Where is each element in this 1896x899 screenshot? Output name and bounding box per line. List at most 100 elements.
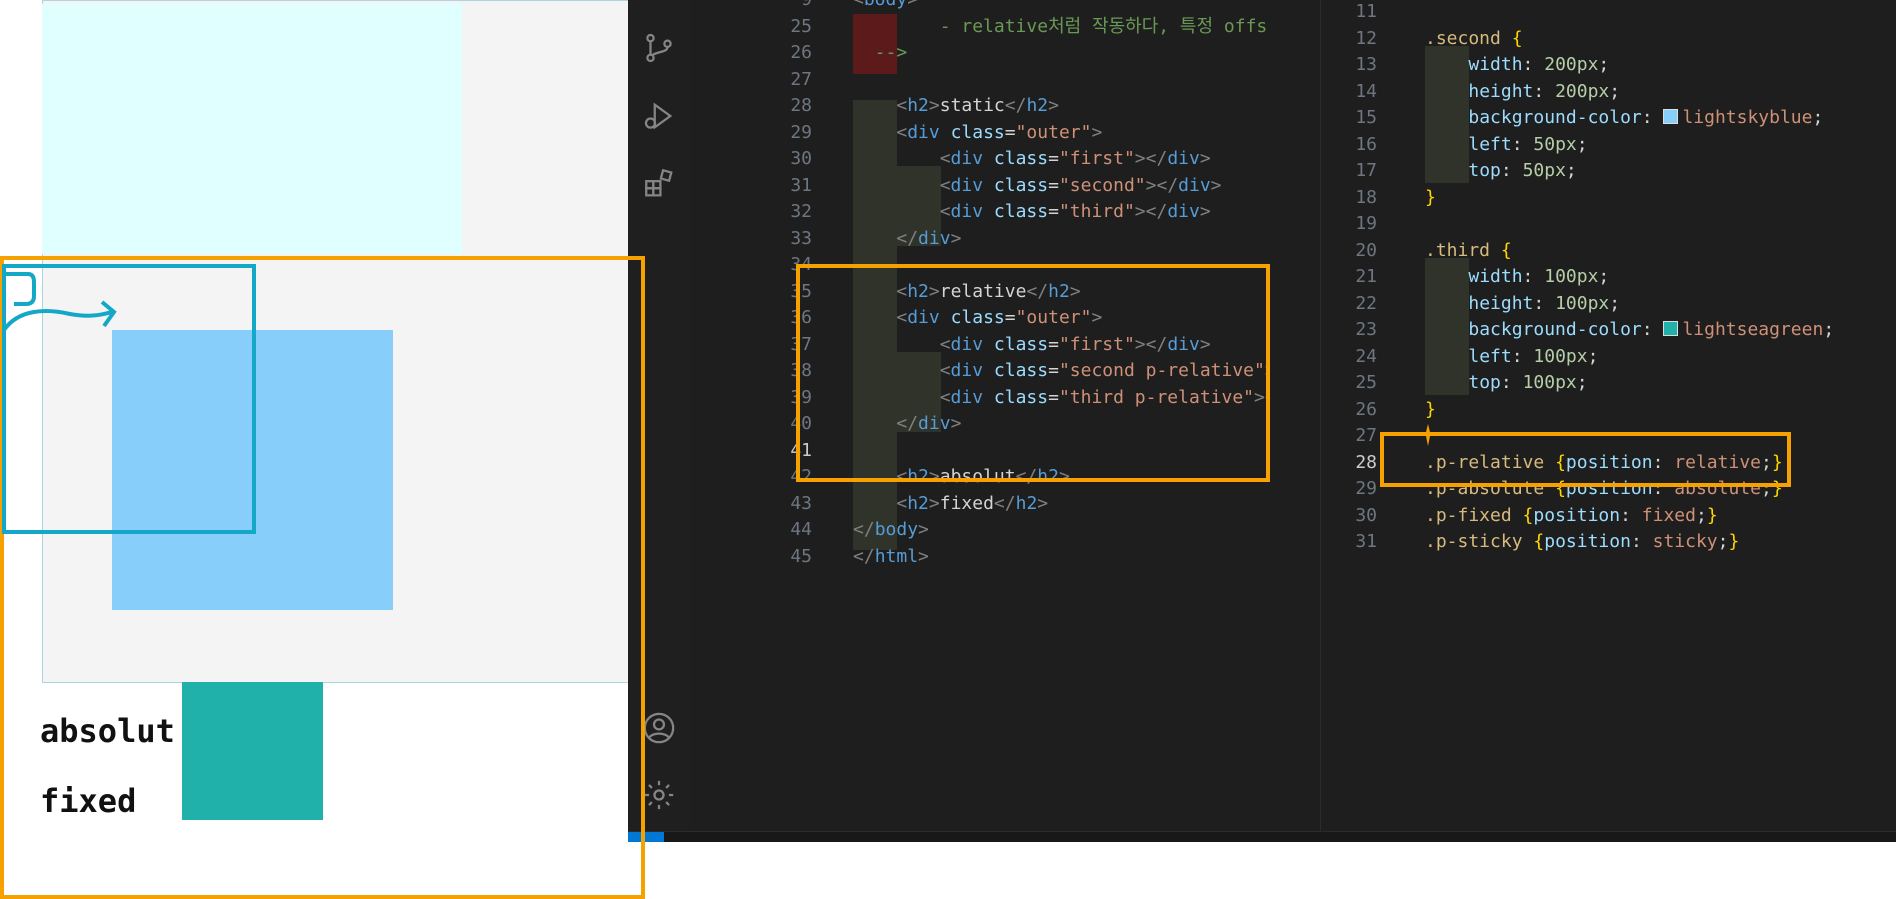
- code-token: position: [1544, 531, 1631, 552]
- code-token: :: [1620, 504, 1642, 526]
- code-token: }: [1728, 531, 1740, 552]
- line-number: 25: [790, 15, 812, 37]
- highlight-box-html-relative: [796, 264, 1270, 482]
- code-token: }: [1425, 398, 1436, 420]
- line-number: 21: [1355, 266, 1377, 287]
- code-token: .p-sticky: [1425, 531, 1523, 552]
- settings-gear-icon[interactable]: [641, 777, 677, 813]
- code-line[interactable]: <div class="first"></div>: [853, 146, 1211, 173]
- code-token: 100px: [1555, 292, 1610, 314]
- code-line[interactable]: <div class="third"></div>: [853, 199, 1211, 226]
- code-line[interactable]: height: 100px;: [1425, 291, 1620, 318]
- code-token: fixed: [1641, 504, 1696, 526]
- code-token: div: [950, 174, 984, 196]
- code-token: <: [939, 148, 951, 169]
- code-line[interactable]: background-color: lightskyblue;: [1425, 105, 1823, 132]
- code-line[interactable]: <h2>fixed</h2>: [853, 491, 1048, 518]
- color-swatch-icon[interactable]: [1663, 109, 1679, 124]
- code-token: {: [1500, 239, 1512, 261]
- code-line[interactable]: <h2>static</h2>: [853, 93, 1059, 120]
- code-line[interactable]: </body>: [853, 517, 929, 544]
- line-number: 9: [756, 0, 812, 14]
- code-token: 50px: [1522, 160, 1566, 181]
- account-icon[interactable]: [641, 710, 677, 746]
- code-line[interactable]: top: 100px;: [1425, 370, 1587, 397]
- code-token: >: [928, 95, 940, 116]
- run-debug-icon[interactable]: [641, 98, 677, 134]
- code-line[interactable]: .p-fixed {position: fixed;}: [1425, 503, 1718, 530]
- code-token: =: [1048, 148, 1059, 169]
- line-number: 19: [1355, 213, 1377, 234]
- line-number: 45: [790, 545, 812, 567]
- line-number: 26: [1355, 398, 1377, 420]
- code-token: div: [1167, 201, 1200, 222]
- code-token: h2: [907, 95, 929, 116]
- code-line[interactable]: left: 50px;: [1425, 132, 1588, 159]
- line-number: 28: [790, 95, 812, 116]
- code-token: div: [918, 227, 951, 249]
- code-token: </: [1004, 95, 1027, 116]
- extensions-icon[interactable]: [641, 166, 677, 202]
- line-number: 25: [1355, 372, 1377, 393]
- code-line[interactable]: width: 100px;: [1425, 264, 1609, 291]
- code-token: ;: [1565, 160, 1577, 181]
- code-token: :: [1630, 531, 1653, 552]
- code-line[interactable]: <div class="outer">: [853, 120, 1102, 147]
- code-line[interactable]: -->: [853, 40, 908, 67]
- code-line[interactable]: background-color: lightseagreen;: [1425, 317, 1834, 344]
- code-line[interactable]: </div>: [853, 226, 961, 253]
- code-line[interactable]: left: 100px;: [1425, 344, 1598, 371]
- code-token: </: [993, 492, 1016, 514]
- editor-css[interactable]: 11 12 .second {13 width: 200px; 14 height: …: [1320, 0, 1896, 841]
- first-box: [42, 4, 462, 254]
- source-control-icon[interactable]: [641, 30, 677, 66]
- line-number: 32: [790, 201, 812, 222]
- highlight-box-css-relative: [1380, 432, 1791, 487]
- code-token: "third": [1058, 201, 1135, 222]
- code-token: width: [1468, 266, 1523, 287]
- code-line[interactable]: }: [1425, 397, 1436, 424]
- code-token: lightskyblue: [1682, 107, 1813, 128]
- code-line[interactable]: .p-sticky {position: sticky;}: [1425, 529, 1739, 556]
- code-line[interactable]: .third {: [1425, 238, 1512, 265]
- code-token: >: [1210, 174, 1222, 196]
- code-line[interactable]: top: 50px;: [1425, 158, 1577, 185]
- code-line[interactable]: - relative처럼 작동하다, 특정 offset에: [853, 14, 1268, 41]
- line-number: 30: [1355, 504, 1377, 526]
- offset-arrow-icon: [2, 272, 117, 332]
- code-token: height: [1468, 292, 1534, 314]
- color-swatch-icon[interactable]: [1663, 321, 1679, 336]
- code-token: ></: [1145, 174, 1179, 196]
- line-number: 15: [1355, 107, 1377, 128]
- code-token: ;: [1598, 266, 1610, 287]
- code-token: >: [928, 492, 940, 514]
- code-token: ;: [1576, 133, 1588, 155]
- line-number: 33: [790, 227, 812, 249]
- code-line[interactable]: </html>: [853, 544, 929, 571]
- code-token: position: [1533, 504, 1621, 526]
- code-token: 100px: [1533, 345, 1588, 367]
- code-line[interactable]: <body>: [853, 0, 918, 14]
- code-line[interactable]: height: 200px;: [1425, 79, 1620, 106]
- code-line[interactable]: }: [1425, 185, 1436, 212]
- code-token: ;: [1695, 504, 1707, 526]
- code-token: :: [1533, 80, 1556, 102]
- code-token: div: [907, 121, 940, 143]
- code-token: :: [1641, 107, 1664, 128]
- code-token: >: [918, 545, 929, 567]
- code-line[interactable]: .second {: [1425, 26, 1523, 53]
- code-token: html: [874, 545, 919, 567]
- code-line[interactable]: <div class="second"></div>: [853, 173, 1222, 200]
- code-token: >: [950, 227, 962, 249]
- code-line[interactable]: width: 200px;: [1425, 52, 1609, 79]
- code-token: ;: [1609, 80, 1621, 102]
